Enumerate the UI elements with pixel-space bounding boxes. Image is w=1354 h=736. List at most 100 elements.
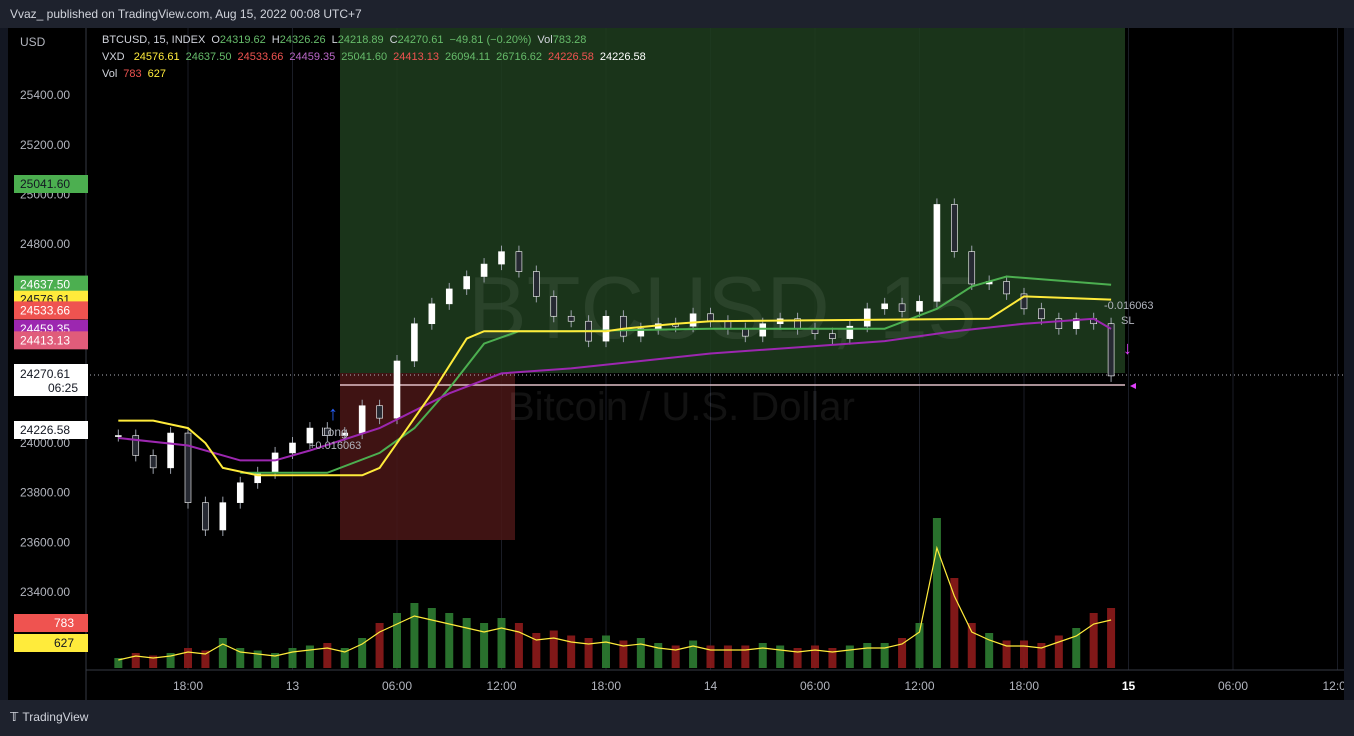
time-axis[interactable]: 18:00 13 06:00 12:00 18:00 14 06:00 12:00 18:00 1…	[173, 679, 1353, 693]
time-tick-label: 18:00	[173, 679, 203, 693]
last-price-badge: 24270.61 06:25	[14, 364, 88, 396]
time-tick-label: 14	[704, 679, 718, 693]
long-label: Long	[321, 425, 348, 439]
candle	[968, 251, 976, 285]
candle	[550, 296, 558, 317]
chart-canvas[interactable]: BTCUSD, 15 Bitcoin / U.S. Dollar ↑ Long …	[8, 28, 1353, 700]
volume-bar	[1089, 613, 1098, 668]
legend-vxd-value: 24533.66	[237, 51, 284, 63]
volume-bar	[1020, 640, 1028, 668]
time-tick-label: 06:00	[1218, 679, 1248, 693]
candle	[393, 360, 401, 419]
current-bar-marker-icon	[1130, 383, 1136, 389]
volume-bar	[305, 645, 314, 668]
candle	[724, 320, 732, 329]
candle	[1003, 281, 1010, 295]
price-badge-value: 24637.50	[20, 278, 70, 292]
volume-bar	[218, 638, 227, 668]
time-tick-label: 12:00	[904, 679, 934, 693]
volume-bar	[636, 638, 645, 668]
legend-vxd-value: 24226.58	[548, 51, 594, 63]
legend-ohlc: BTCUSD, 15, INDEX O24319.62 H24326.26 L2421…	[102, 34, 592, 46]
legend-symbol[interactable]: BTCUSD, 15, INDEX	[102, 34, 205, 46]
tv-logo-icon: 𝕋	[10, 710, 19, 724]
exit-arrow-icon: ↓	[1123, 338, 1132, 358]
time-tick-label: 18:00	[1009, 679, 1039, 693]
volume-bar	[741, 645, 750, 668]
legend-vxd-value: 24576.61	[133, 51, 180, 63]
tradingview-logo[interactable]: 𝕋 TradingView	[10, 710, 88, 724]
volume-bar	[828, 648, 837, 668]
legend-low: 24218.89	[337, 34, 384, 46]
candle	[515, 251, 523, 272]
price-tick-label: 23600.00	[20, 535, 70, 549]
legend-vxd-name[interactable]: VXD	[102, 51, 125, 63]
volume-bar	[776, 645, 785, 668]
candle	[480, 263, 488, 277]
volume-bar	[1107, 608, 1116, 668]
candle	[620, 315, 627, 337]
tv-logo-text: TradingView	[22, 710, 89, 724]
candle	[376, 405, 383, 419]
publish-info: Vvaz_ published on TradingView.com, Aug …	[10, 7, 362, 21]
candle	[289, 442, 296, 454]
time-tick-label: 06:00	[800, 679, 830, 693]
volume-bar	[131, 653, 140, 668]
candle	[115, 435, 122, 437]
volume-badge	[14, 634, 88, 652]
publish-header: Vvaz_ published on TradingView.com, Aug …	[0, 0, 1354, 28]
legend-vxd-value: 24459.35	[289, 51, 336, 63]
legend-open: 24319.62	[219, 34, 266, 46]
legend-vxd-value: 24413.13	[393, 51, 440, 63]
price-badge: 24413.13	[14, 331, 88, 350]
chart-frame[interactable]: BTCUSD, 15 Bitcoin / U.S. Dollar ↑ Long …	[8, 28, 1353, 700]
legend-o-label: O	[211, 34, 220, 46]
volume-bar	[1054, 635, 1063, 668]
candle	[898, 303, 906, 312]
legend-vxd-value: 24637.50	[185, 51, 232, 63]
price-badge-value: 25041.60	[20, 177, 70, 191]
time-tick-label: 12:00	[1322, 679, 1344, 693]
candle	[1107, 323, 1115, 377]
price-badge: 24533.66	[14, 301, 88, 320]
volume-bar	[567, 635, 576, 668]
candle	[933, 204, 941, 302]
legend-vol-name[interactable]: Vol	[102, 68, 117, 80]
price-badge: 25041.60	[14, 175, 88, 193]
legend-vol-v1: 783	[123, 68, 142, 80]
candle	[184, 432, 192, 503]
volume-bar	[845, 645, 854, 668]
volume-bar	[793, 648, 802, 668]
legend-h-label: H	[271, 34, 280, 46]
candle	[132, 435, 140, 456]
price-tick-label: 24800.00	[20, 237, 70, 251]
candle	[881, 303, 888, 310]
volume-bar	[863, 643, 872, 668]
candle	[167, 432, 174, 469]
candle	[689, 313, 697, 327]
time-tick-label: 15	[1122, 679, 1136, 693]
candle	[236, 482, 244, 503]
candle	[358, 405, 366, 434]
legend-vxd-value: 25041.60	[341, 51, 388, 63]
volume-bar	[549, 630, 558, 668]
candle	[498, 251, 505, 265]
legend-vxd-value: 26094.11	[445, 51, 491, 63]
legend-vxd: VXD 24576.61 24637.50 24533.66 24459.35 2504…	[102, 51, 652, 63]
candle	[863, 308, 871, 327]
candle	[411, 323, 418, 362]
legend-high: 24326.26	[279, 34, 326, 46]
volume-bar	[619, 640, 628, 668]
footer: 𝕋 TradingView	[0, 700, 1354, 736]
price-badge-value: 24413.13	[20, 333, 70, 347]
sl-label: SL	[1121, 315, 1134, 327]
legend-vol-label: Vol	[537, 34, 553, 46]
volume-bar	[811, 645, 819, 668]
currency-label: USD	[20, 35, 46, 49]
candle	[445, 288, 453, 305]
legend-change: −49.81 (−0.20%)	[449, 34, 532, 46]
volume-bar	[445, 613, 454, 668]
price-tick-label: 25400.00	[20, 88, 70, 102]
volume-ma-line	[118, 545, 1112, 661]
candle	[149, 455, 157, 469]
